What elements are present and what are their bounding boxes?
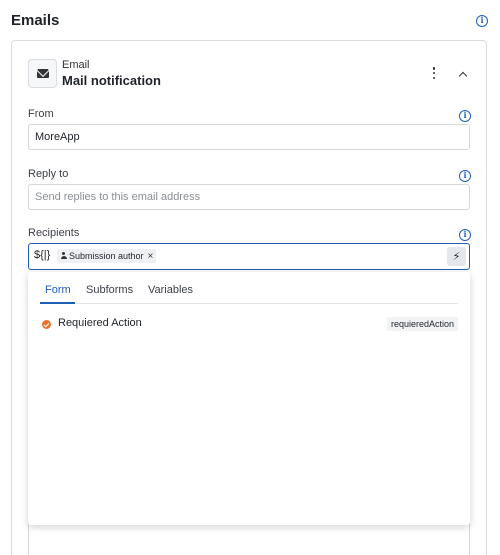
reply-to-info-icon[interactable]: i bbox=[459, 170, 471, 182]
item-label: Requiered Action bbox=[58, 317, 142, 329]
page-title: Emails bbox=[11, 12, 60, 29]
tab-subforms[interactable]: Subforms bbox=[86, 284, 133, 296]
from-label: From bbox=[28, 108, 54, 120]
chevron-up-icon[interactable] bbox=[456, 68, 470, 82]
popup-tabs: Form Subforms Variables bbox=[40, 284, 458, 304]
recipients-info-icon[interactable]: i bbox=[459, 229, 471, 241]
email-type-label: Email bbox=[62, 59, 90, 71]
list-item[interactable]: Requiered Action requieredAction bbox=[40, 317, 458, 331]
check-circle-icon bbox=[42, 320, 51, 329]
email-name: Mail notification bbox=[62, 73, 161, 88]
reply-to-label: Reply to bbox=[28, 168, 69, 180]
recipients-label: Recipients bbox=[28, 227, 80, 239]
recipients-field[interactable]: ${|} Submission author × ⚡ bbox=[28, 243, 470, 270]
from-field[interactable]: MoreApp bbox=[28, 124, 470, 150]
tab-form[interactable]: Form bbox=[45, 284, 71, 296]
recipient-chip-label: Submission author bbox=[69, 251, 144, 261]
page-info-icon[interactable]: i bbox=[476, 15, 488, 27]
from-info-icon[interactable]: i bbox=[459, 110, 471, 122]
tab-variables[interactable]: Variables bbox=[148, 284, 193, 296]
envelope-icon-box bbox=[28, 59, 57, 88]
active-tab-indicator bbox=[40, 302, 75, 304]
person-icon bbox=[60, 252, 67, 260]
item-tag: requieredAction bbox=[386, 317, 458, 331]
chip-remove-icon[interactable]: × bbox=[148, 251, 154, 262]
reply-to-field[interactable]: Send replies to this email address bbox=[28, 184, 470, 210]
more-vertical-icon[interactable] bbox=[429, 66, 439, 80]
bolt-icon[interactable]: ⚡ bbox=[447, 247, 466, 266]
variable-symbol: ${|} bbox=[34, 249, 51, 261]
recipient-chip[interactable]: Submission author × bbox=[57, 249, 157, 263]
email-header[interactable]: Email Mail notification bbox=[28, 59, 471, 89]
envelope-icon bbox=[36, 69, 49, 78]
insert-variable-popup: Form Subforms Variables Requiered Action… bbox=[28, 272, 470, 525]
